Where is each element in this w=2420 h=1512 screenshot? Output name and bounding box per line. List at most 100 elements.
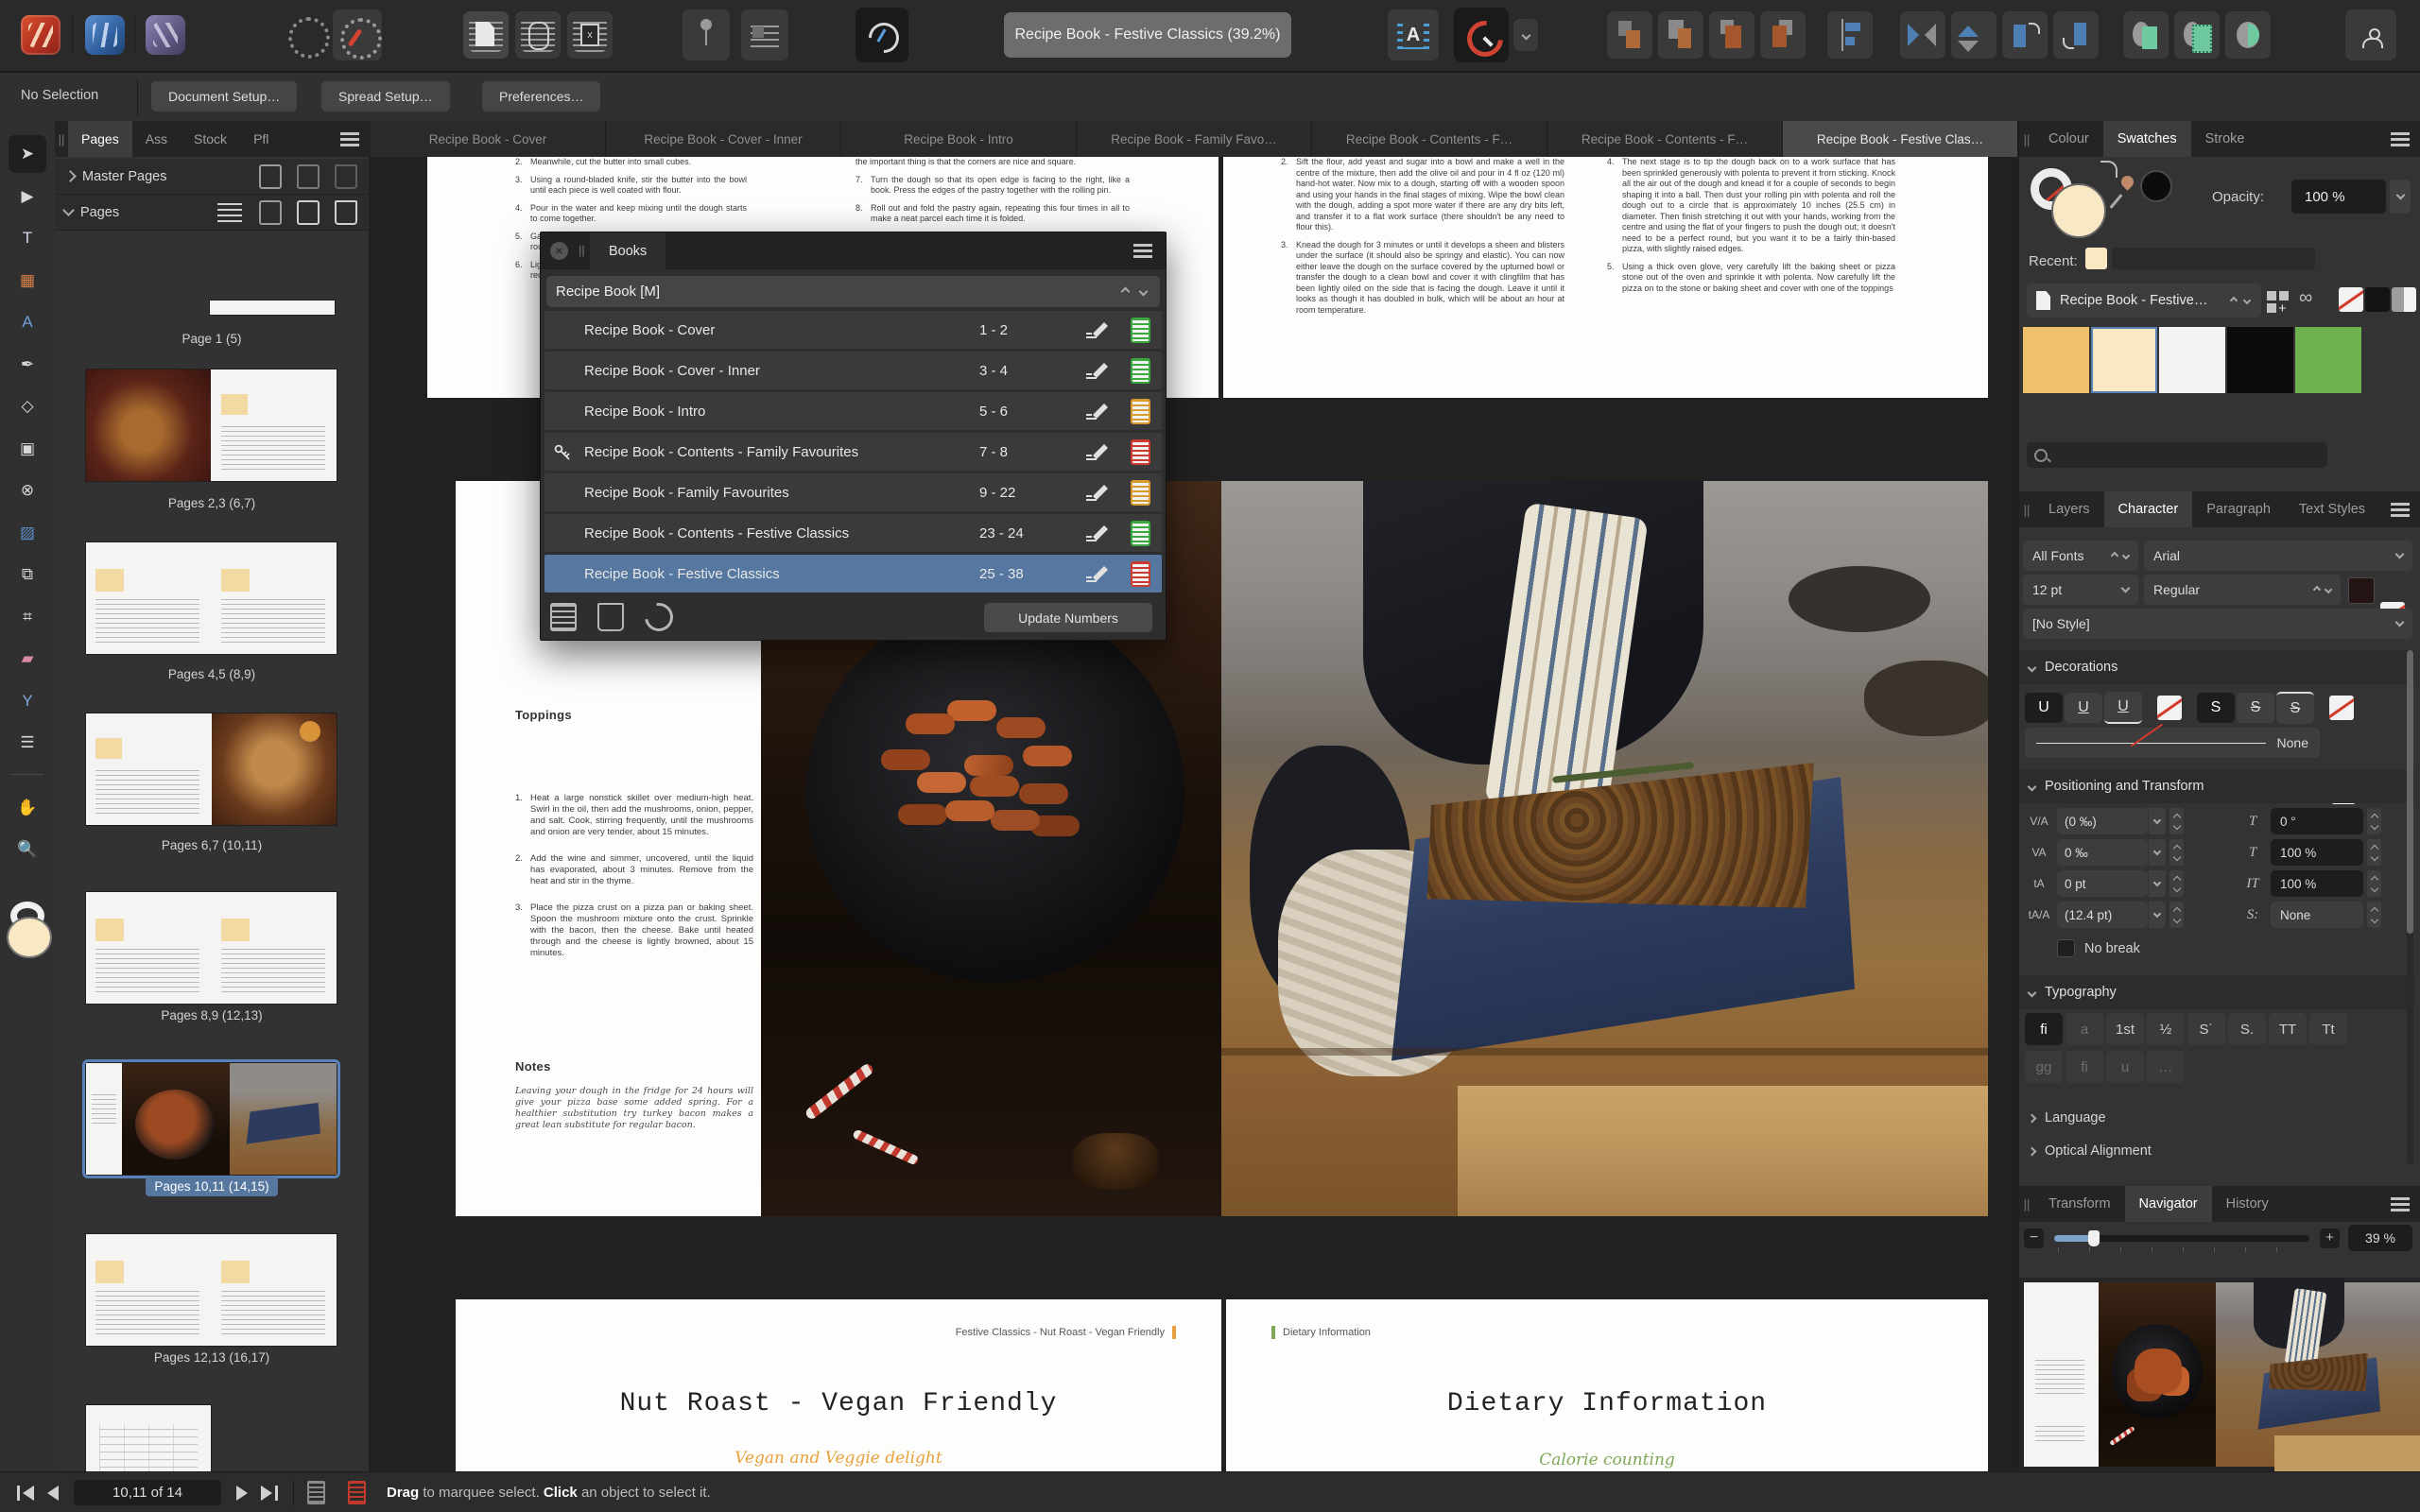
text-colour-chip[interactable] (2348, 577, 2375, 604)
chapter-status-icon status-red[interactable] (1131, 438, 1150, 465)
typography-button-5[interactable]: S. (2228, 1013, 2266, 1045)
frame-text-tool-icon[interactable]: T (9, 219, 46, 257)
chapter-status-icon status-red[interactable] (1131, 560, 1150, 587)
preferences-button[interactable]: Preferences… (482, 81, 601, 112)
swap-colours-icon[interactable] (2100, 161, 2118, 178)
palette-swatch[interactable] (2023, 327, 2089, 393)
rotate-ccw-icon[interactable] (2002, 11, 2048, 59)
move-tool-icon[interactable]: ➤ (9, 135, 46, 173)
book-chapter-row[interactable]: Recipe Book - Cover 1 - 2 (544, 311, 1162, 349)
tab-swatches[interactable]: Swatches (2102, 121, 2191, 157)
palette-swatch[interactable] (2091, 327, 2157, 393)
swatch-black[interactable] (2365, 287, 2390, 312)
tab-paragraph[interactable]: Paragraph (2192, 491, 2285, 527)
edit-pen-icon[interactable] (1083, 483, 1112, 502)
zoom-slider[interactable] (2054, 1230, 2309, 1252)
page-thumbnail-label[interactable]: Pages 6,7 (10,11) (55, 838, 369, 852)
close-icon[interactable]: × (550, 242, 568, 260)
swatch-search-input[interactable] (2027, 442, 2327, 468)
pos-right-stepper[interactable] (2367, 870, 2381, 897)
typography-button-7[interactable]: Tt (2309, 1013, 2347, 1045)
book-chapter-row[interactable]: Recipe Book - Contents - Family Favourit… (544, 433, 1162, 471)
pos-right-input[interactable]: 100 % (2271, 870, 2363, 897)
book-chapter-row[interactable]: Recipe Book - Family Favourites 9 - 22 (544, 473, 1162, 511)
move-to-front-icon[interactable] (1607, 11, 1652, 59)
tab-navigator[interactable]: Navigator (2124, 1186, 2212, 1222)
spread-bottom-right-page[interactable]: Dietary Information Dietary Information … (1226, 1299, 1988, 1471)
pos-left-input[interactable]: 0 ‰ (2057, 839, 2148, 866)
tab-ass[interactable]: Ass (132, 121, 181, 157)
tab-stroke[interactable]: Stroke (2191, 121, 2259, 157)
typography-alt-button-3[interactable]: … (2147, 1051, 2185, 1083)
move-forward-icon[interactable] (1658, 11, 1703, 59)
font-weight-select[interactable]: Regular (2144, 575, 2341, 605)
typography-button-4[interactable]: S˙ (2187, 1013, 2225, 1045)
flip-vertical-icon[interactable] (1951, 11, 1996, 59)
edit-pen-icon[interactable] (1083, 320, 1112, 339)
typography-button-2[interactable]: 1st (2106, 1013, 2144, 1045)
shape-tool-icon[interactable]: ◇ (9, 387, 46, 425)
spread-setup-button[interactable]: Spread Setup… (321, 81, 450, 112)
page-thumbnail-label[interactable]: Pages 4,5 (8,9) (55, 667, 369, 681)
ellipse-frame-tool-icon[interactable]: ⊗ (9, 472, 46, 509)
pos-right-stepper[interactable] (2367, 839, 2381, 866)
pos-right-input[interactable]: 100 % (2271, 839, 2363, 866)
document-tab[interactable]: Recipe Book - Intro (841, 121, 1077, 157)
opacity-dropdown[interactable] (2390, 180, 2411, 214)
page-thumbnail[interactable] (82, 1059, 340, 1178)
duplicate-page-icon[interactable] (297, 199, 320, 225)
tool-colour-wells[interactable] (5, 896, 52, 979)
navigator-preview[interactable] (2019, 1278, 2420, 1471)
pos-left-dropdown[interactable] (2149, 839, 2166, 866)
boolean-subtract-icon[interactable] (2174, 11, 2220, 59)
table-tool-icon[interactable]: ▦ (9, 262, 46, 300)
edit-pen-icon[interactable] (1083, 524, 1112, 542)
typography-alt-button-1[interactable]: fi (2066, 1051, 2103, 1083)
pos-left-input[interactable]: (0 ‰) (2057, 808, 2148, 834)
picture-frame-tool-icon[interactable]: ▨ (9, 514, 46, 552)
document-tab[interactable]: Recipe Book - Contents - F… (1312, 121, 1547, 157)
view-single-page-button[interactable] (463, 11, 509, 59)
palette-swatch[interactable] (2227, 327, 2293, 393)
page-thumbnail[interactable] (86, 542, 337, 654)
page-thumbnail[interactable] (86, 713, 337, 825)
panel-drag-handle2[interactable]: || (2019, 491, 2034, 527)
bookmark-page-icon[interactable] (217, 202, 242, 222)
page-thumbnail-label[interactable]: Pages 12,13 (16,17) (55, 1350, 369, 1365)
delete-master-icon[interactable] (335, 163, 357, 189)
palette-selector[interactable]: Recipe Book - Festive… (2027, 284, 2261, 318)
page-thumbnail-label[interactable]: Page 1 (5) (55, 332, 369, 346)
tab-transform[interactable]: Transform (2034, 1186, 2125, 1222)
font-name-select[interactable]: Arial (2144, 541, 2412, 571)
no-break-checkbox[interactable]: No break (2057, 939, 2140, 957)
strikethrough-button[interactable]: S (2237, 693, 2274, 723)
page-thumbnail-label[interactable]: Pages 10,11 (14,15) (55, 1177, 369, 1196)
palette-swatch[interactable] (2295, 327, 2361, 393)
rotate-cw-icon[interactable] (2053, 11, 2099, 59)
pages-header[interactable]: Pages (55, 195, 369, 231)
page-thumbnail[interactable] (86, 369, 337, 481)
page-thumbnail-label[interactable]: Pages 2,3 (6,7) (55, 496, 369, 510)
pen-tool-icon[interactable]: ✒ (9, 346, 46, 384)
character-panel-toolbar-icon[interactable]: A (1388, 9, 1439, 60)
panel-drag-handle[interactable]: || (2019, 121, 2034, 157)
swatch-gray[interactable] (2392, 287, 2404, 312)
pos-left-dropdown[interactable] (2149, 902, 2166, 928)
typography-alt-button-2[interactable]: u (2106, 1051, 2144, 1083)
underline-stroke-select[interactable]: None (2025, 723, 2320, 758)
pages-panel-menu-icon[interactable] (340, 121, 369, 157)
add-chapter-icon[interactable] (550, 603, 577, 631)
books-menu-icon[interactable] (1133, 244, 1152, 258)
pos-right-input[interactable]: None (2271, 902, 2363, 928)
decorations-section[interactable]: Decorations (2019, 650, 2414, 684)
preflight-ok-icon[interactable] (307, 1481, 325, 1504)
opacity-input[interactable]: 100 % (2291, 180, 2386, 214)
link-swatch-icon[interactable]: ∞ (2299, 287, 2327, 314)
eyedropper-icon[interactable] (2118, 173, 2136, 191)
page-thumbnail[interactable] (86, 892, 337, 1004)
font-collection-select[interactable]: All Fonts (2023, 541, 2138, 571)
photo-app-icon[interactable] (146, 15, 185, 55)
chapter-status-icon status-yellow[interactable] (1131, 479, 1150, 506)
add-swatch-icon[interactable]: + (2267, 287, 2293, 317)
navigator-menu-icon[interactable] (2391, 1186, 2420, 1222)
